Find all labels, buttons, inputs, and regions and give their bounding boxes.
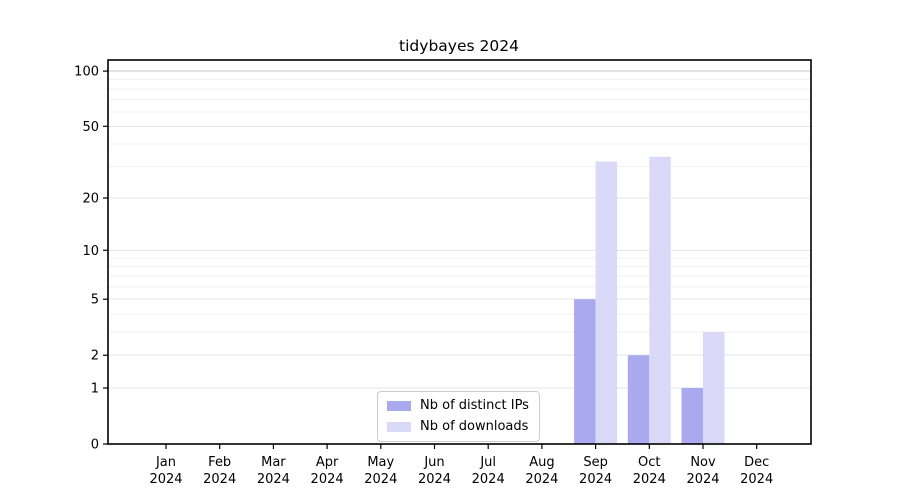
y-tick-label: 10 xyxy=(82,244,99,259)
x-tick-label-year: 2024 xyxy=(311,472,344,487)
bar-downloads xyxy=(649,157,671,444)
y-tick-label: 5 xyxy=(91,293,99,308)
y-tick-label: 2 xyxy=(91,349,99,364)
x-tick-label-month: Dec xyxy=(744,455,769,470)
x-tick-label-month: Mar xyxy=(261,455,286,470)
x-tick-label-month: Jul xyxy=(479,455,496,470)
x-tick-label-year: 2024 xyxy=(364,472,397,487)
bar-distinct-ips xyxy=(628,355,650,444)
x-tick-label-year: 2024 xyxy=(686,472,719,487)
x-tick-label-year: 2024 xyxy=(740,472,773,487)
y-tick-label: 1 xyxy=(91,381,99,396)
x-tick-label-month: Sep xyxy=(583,455,608,470)
y-tick-label: 20 xyxy=(82,192,99,207)
x-tick-label-year: 2024 xyxy=(579,472,612,487)
chart-figure: 0 1 2 5 10 20 50 100 Jan 2024 Feb 2024 Mar 2024 Apr 202… xyxy=(0,0,900,500)
bar-distinct-ips xyxy=(574,299,596,444)
legend-swatch-distinct-ips xyxy=(387,401,411,411)
x-tick-label-year: 2024 xyxy=(525,472,558,487)
legend-label-downloads: Nb of downloads xyxy=(420,419,528,435)
x-tick-label-month: Oct xyxy=(638,455,660,470)
x-tick-label-year: 2024 xyxy=(418,472,451,487)
y-tick-label: 100 xyxy=(74,65,99,80)
legend-row-downloads: Nb of downloads xyxy=(387,419,529,435)
x-tick-label-year: 2024 xyxy=(203,472,236,487)
x-tick-label-year: 2024 xyxy=(633,472,666,487)
x-tick-label-month: Jan xyxy=(155,455,176,470)
x-tick-label-month: Feb xyxy=(208,455,231,470)
x-tick-label-month: Apr xyxy=(316,455,339,470)
x-tick-label-month: May xyxy=(367,455,394,470)
bar-downloads xyxy=(703,332,725,444)
chart-title: tidybayes 2024 xyxy=(399,37,519,55)
x-tick-label-month: Jun xyxy=(423,455,444,470)
bar-distinct-ips xyxy=(682,388,704,444)
x-tick-label-year: 2024 xyxy=(149,472,182,487)
x-tick-label-month: Aug xyxy=(529,455,554,470)
x-tick-label-year: 2024 xyxy=(472,472,505,487)
legend-label-distinct-ips: Nb of distinct IPs xyxy=(420,398,529,414)
legend-row-distinct-ips: Nb of distinct IPs xyxy=(387,398,529,414)
legend-swatch-downloads xyxy=(387,422,411,432)
bar-downloads xyxy=(596,161,618,444)
y-tick-label: 50 xyxy=(82,120,99,135)
x-tick-label-year: 2024 xyxy=(257,472,290,487)
x-tick-label-month: Nov xyxy=(690,455,716,470)
y-tick-label: 0 xyxy=(91,438,99,453)
chart-legend: Nb of distinct IPs Nb of downloads xyxy=(377,391,540,442)
